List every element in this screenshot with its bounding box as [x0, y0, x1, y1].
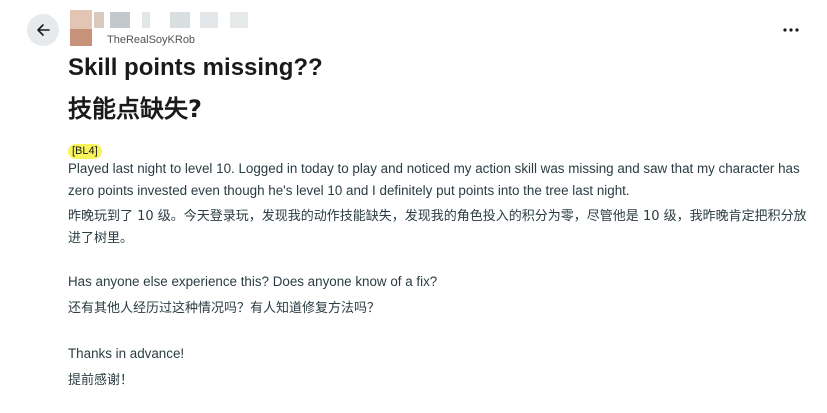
avatar[interactable]	[70, 10, 92, 46]
post-title-translation: 技能点缺失?	[68, 95, 202, 123]
post-body-paragraph: Has anyone else experience this? Does an…	[68, 274, 438, 289]
redacted-subreddit-name	[170, 12, 190, 28]
more-options-button[interactable]	[778, 20, 804, 40]
back-arrow-icon	[37, 24, 50, 36]
author-name[interactable]: TheRealSoyKRob	[107, 34, 195, 46]
redacted-subreddit-name	[200, 12, 218, 28]
more-options-icon	[783, 28, 799, 32]
post-body-paragraph: Played last night to level 10. Logged in…	[68, 161, 800, 198]
back-button[interactable]	[27, 14, 59, 46]
post-body-paragraph: Thanks in advance!	[68, 346, 185, 361]
post-body-paragraph-translation: 昨晚玩到了 10 级。今天登录玩，发现我的动作技能缺失，发现我的角色投入的积分为…	[68, 209, 807, 246]
redacted-subreddit-name	[142, 12, 150, 28]
redacted-subreddit-name	[110, 12, 130, 28]
post-body-paragraph-translation: 提前感谢！	[68, 373, 134, 388]
post-body-paragraph-translation: 还有其他人经历过这种情况吗？有人知道修复方法吗？	[68, 301, 381, 316]
redacted-subreddit-name	[94, 12, 104, 28]
post-title: Skill points missing??	[68, 54, 323, 81]
post-flair[interactable]: [BL4]	[68, 144, 102, 159]
redacted-subreddit-name	[230, 12, 248, 28]
